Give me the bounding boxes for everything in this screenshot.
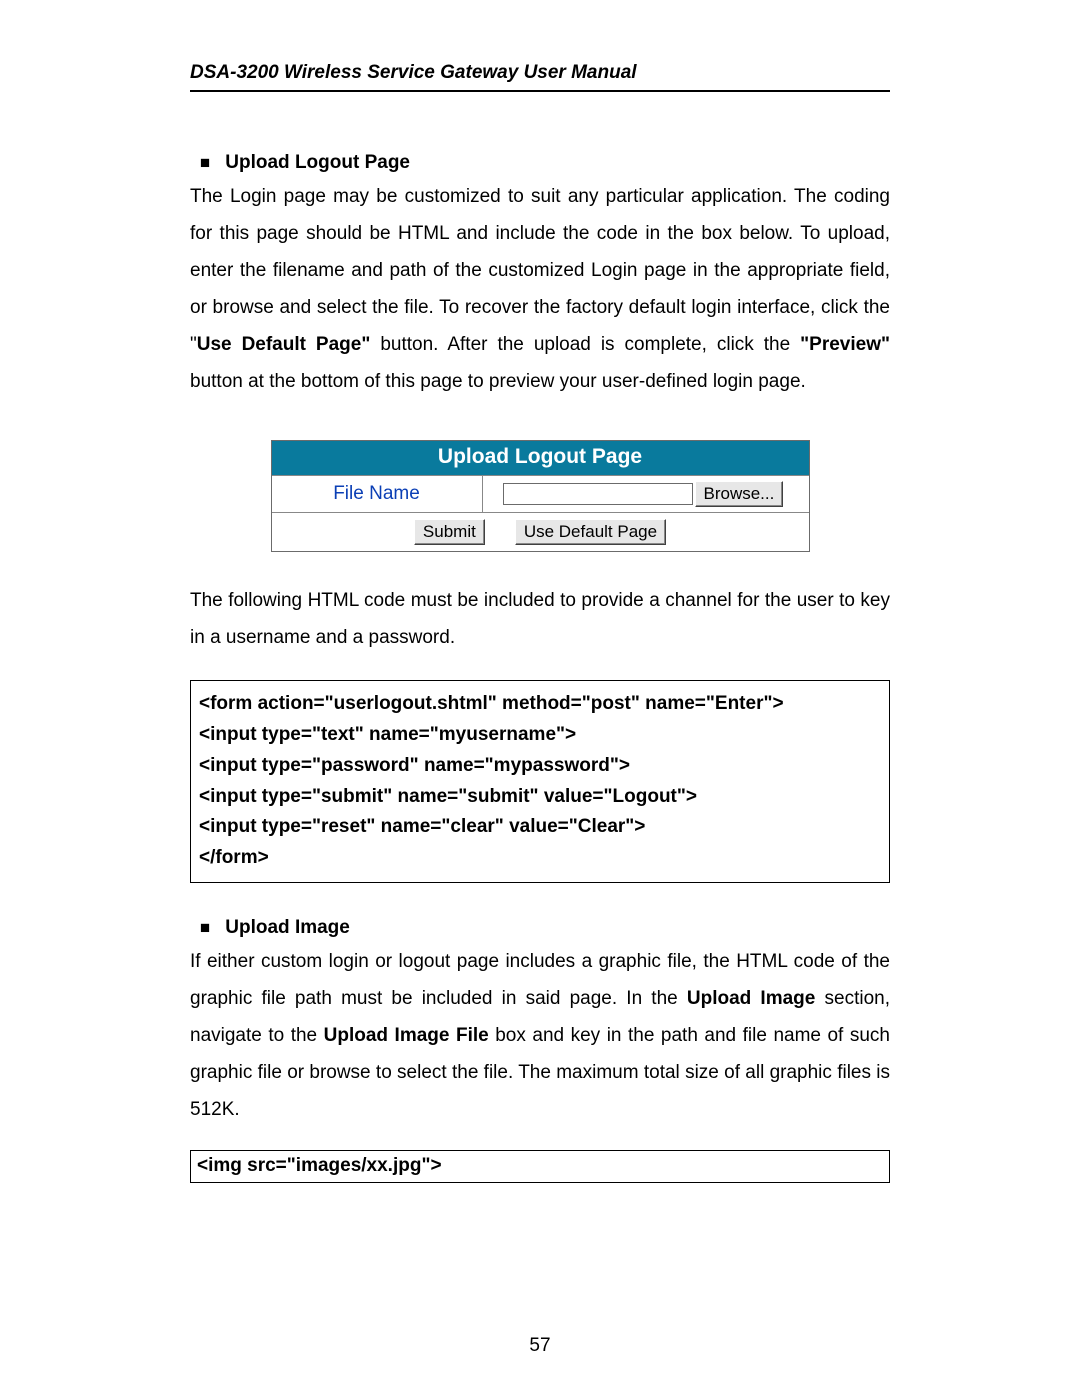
square-bullet-icon: ■ <box>190 153 220 173</box>
after-panel-paragraph: The following HTML code must be included… <box>190 582 890 656</box>
section-heading-text: Upload Logout Page <box>225 152 410 173</box>
code-line: <input type="reset" name="clear" value="… <box>199 812 881 843</box>
square-bullet-icon: ■ <box>190 918 220 938</box>
use-default-page-button[interactable]: Use Default Page <box>515 519 666 545</box>
code-box-img: <img src="images/xx.jpg"> <box>190 1150 890 1183</box>
submit-button[interactable]: Submit <box>414 519 485 545</box>
page-number: 57 <box>0 1335 1080 1357</box>
file-input-cell: Browse... <box>483 481 809 507</box>
text-run: button at the bottom of this page to pre… <box>190 371 806 392</box>
code-line: </form> <box>199 843 881 874</box>
panel-title: Upload Logout Page <box>272 441 809 475</box>
section-heading-upload-image: ■ Upload Image <box>190 917 890 939</box>
text-run-bold: Use Default Page" <box>197 334 371 355</box>
code-line: <input type="text" name="myusername"> <box>199 720 881 751</box>
file-name-row: File Name Browse... <box>272 475 809 512</box>
text-run-bold: Upload Image File <box>324 1025 489 1046</box>
page-header: DSA-3200 Wireless Service Gateway User M… <box>190 62 890 92</box>
code-line: <img src="images/xx.jpg"> <box>197 1153 883 1180</box>
file-name-label: File Name <box>272 476 483 512</box>
code-line: <input type="password" name="mypassword"… <box>199 751 881 782</box>
text-run: button. After the upload is complete, cl… <box>370 334 800 355</box>
upload-logout-panel: Upload Logout Page File Name Browse... S… <box>271 440 810 552</box>
section-heading-upload-logout: ■ Upload Logout Page <box>190 152 890 174</box>
browse-button[interactable]: Browse... <box>695 481 784 507</box>
text-run-bold: Upload Image <box>687 988 815 1009</box>
file-name-input[interactable] <box>503 483 693 505</box>
text-run: The Login page may be customized to suit… <box>190 186 890 355</box>
section2-paragraph: If either custom login or logout page in… <box>190 943 890 1128</box>
code-box-form: <form action="userlogout.shtml" method="… <box>190 680 890 883</box>
text-run-bold: "Preview" <box>800 334 890 355</box>
code-line: <input type="submit" name="submit" value… <box>199 782 881 813</box>
section-heading-text: Upload Image <box>225 917 350 938</box>
code-line: <form action="userlogout.shtml" method="… <box>199 689 881 720</box>
panel-buttons-row: Submit Use Default Page <box>272 512 809 551</box>
section1-paragraph: The Login page may be customized to suit… <box>190 178 890 400</box>
